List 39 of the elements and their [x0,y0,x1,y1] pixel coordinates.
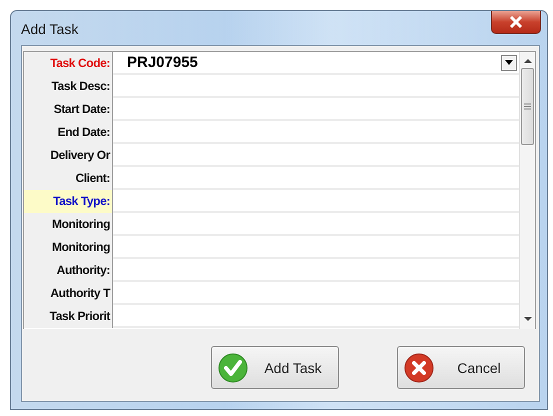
field-label: Monitoring [52,216,110,232]
field-label: Monitoring [52,239,110,255]
field-label: Task Type: [53,193,110,209]
close-icon [404,352,434,382]
field-label: Authority: [56,262,110,278]
label-cell[interactable]: Client: [24,167,113,190]
field-value: PRJ07955 [127,54,199,71]
window-title: Add Task [21,21,78,37]
scrollbar[interactable] [519,52,535,329]
field-label: Task Desc: [52,78,110,94]
label-cell[interactable]: Task Code: [24,52,113,75]
field-label: Task Priorit [50,308,110,324]
label-cell[interactable]: Start Date: [24,98,113,121]
label-cell[interactable]: Task Type: [24,190,113,213]
label-cell[interactable]: End Date: [24,121,113,144]
scroll-thumb[interactable] [521,68,534,145]
scroll-up-icon[interactable] [524,57,532,65]
caret-icon [505,60,513,65]
label-cell[interactable]: Authority T [24,282,113,305]
label-cell[interactable]: Monitoring [24,213,113,236]
label-cell[interactable]: Authority: [24,259,113,282]
cancel-button[interactable]: Cancel [397,346,525,389]
field-label: Authority T [50,285,110,301]
field-label: Client: [75,170,110,186]
field-label: End Date: [58,124,110,140]
field-label: Task Code: [50,55,110,71]
scroll-down-icon[interactable] [524,315,532,323]
label-cell[interactable]: Task Desc: [24,75,113,98]
close-button[interactable] [491,11,541,34]
field-label: Delivery Or [50,147,110,163]
value-field[interactable]: PRJ07955 [113,52,519,75]
close-icon [509,16,523,28]
field-label: Start Date: [54,101,110,117]
label-cell[interactable]: Monitoring [24,236,113,259]
label-cell[interactable]: Delivery Or [24,144,113,167]
add-button[interactable]: Add Task [211,346,339,389]
dropdown-button[interactable] [501,54,517,70]
label-cell[interactable]: Task Priorit [24,305,113,328]
checkmark-icon [218,352,248,382]
